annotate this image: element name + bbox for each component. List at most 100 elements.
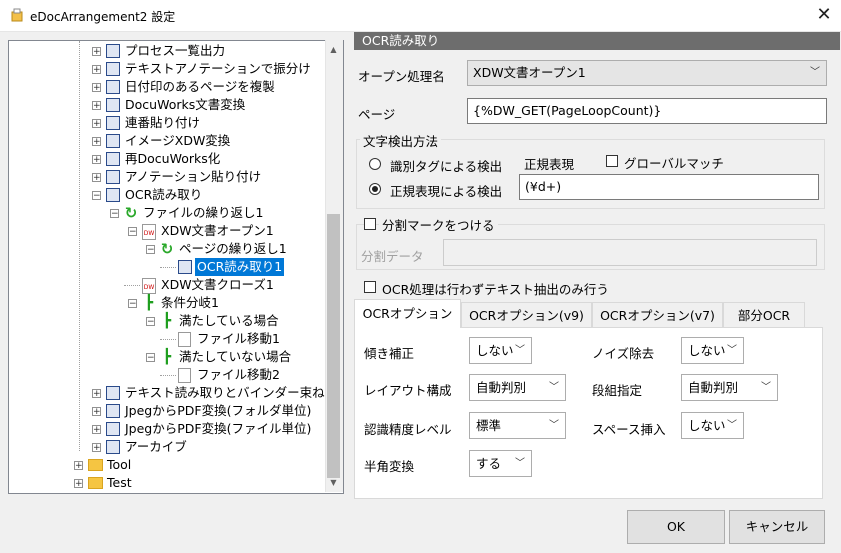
ok-button[interactable]: OK — [627, 510, 725, 544]
file-move-icon — [178, 368, 191, 383]
layout-select[interactable]: 自動判別 ﹀ — [469, 374, 566, 401]
tree-item-label: Tool — [107, 457, 132, 472]
tree-item[interactable]: + プロセス一覧出力 — [9, 42, 325, 60]
process-tree[interactable]: + プロセス一覧出力 + テキストアノテーションで振分け + 日付印のあるページを複製 + D… — [8, 40, 344, 494]
loop-icon: ↻ — [124, 204, 138, 222]
split-data-label: 分割データ — [361, 249, 424, 264]
expand-icon[interactable]: + — [92, 47, 101, 57]
split-mark-label: 分割マークをつける — [379, 215, 498, 234]
tree-item[interactable]: + 日付印のあるページを複製 — [9, 78, 325, 96]
expand-icon[interactable]: + — [92, 101, 101, 111]
tree-item[interactable]: OCR読み取り1 — [9, 258, 325, 276]
regex-label: 正規表現 — [524, 157, 575, 172]
detect-group-title: 文字検出方法 — [360, 131, 442, 150]
close-icon[interactable]: ✕ — [812, 4, 836, 26]
noise-label: ノイズ除去 — [592, 346, 655, 361]
process-icon — [106, 188, 120, 202]
halfwidth-select[interactable]: する ﹀ — [469, 450, 532, 477]
collapse-icon[interactable]: − — [110, 209, 119, 219]
chevron-down-icon: ﹀ — [515, 458, 525, 469]
tab-partial-ocr[interactable]: 部分OCR — [723, 302, 805, 327]
tree-item[interactable]: + 再DocuWorks化 — [9, 150, 325, 168]
accuracy-select[interactable]: 標準 ﹀ — [469, 412, 566, 439]
tree-item[interactable]: + アーカイブ — [9, 438, 325, 456]
noise-select[interactable]: しない ﹀ — [681, 337, 744, 364]
space-select[interactable]: しない ﹀ — [681, 412, 744, 439]
expand-icon[interactable]: + — [92, 155, 101, 165]
tree-item[interactable]: + Test — [9, 474, 325, 492]
scroll-down-icon[interactable]: ▼ — [325, 474, 342, 491]
tree-item[interactable]: + JpegからPDF変換(フォルダ単位) — [9, 402, 325, 420]
expand-icon[interactable]: + — [74, 479, 83, 489]
global-match-checkbox[interactable] — [606, 155, 618, 167]
collapse-icon[interactable]: − — [128, 227, 137, 237]
tab-ocr-options[interactable]: OCRオプション — [354, 299, 461, 328]
tree-item[interactable]: − ↻ ページの繰り返し1 — [9, 240, 325, 258]
tree-item-label: ファイルの繰り返し1 — [143, 205, 264, 220]
tree-item[interactable]: + Tool — [9, 456, 325, 474]
scroll-thumb[interactable] — [327, 214, 340, 478]
regex-input[interactable]: (¥d+) — [519, 174, 819, 200]
tree-item[interactable]: − ↻ ファイルの繰り返し1 — [9, 204, 325, 222]
tree-item-label: プロセス一覧出力 — [125, 43, 226, 58]
expand-icon[interactable]: + — [92, 83, 101, 93]
tree-item[interactable]: ファイル移動1 — [9, 330, 325, 348]
expand-icon[interactable]: + — [92, 137, 101, 147]
tree-item-label: 条件分岐1 — [161, 295, 219, 310]
collapse-icon[interactable]: − — [146, 317, 155, 327]
radio-regex[interactable] — [369, 183, 381, 195]
expand-icon[interactable]: + — [92, 173, 101, 183]
page-label: ページ — [358, 107, 396, 122]
expand-icon[interactable]: + — [92, 443, 101, 453]
tab-ocr-options-v7[interactable]: OCRオプション(v7) — [592, 302, 723, 327]
tree-item[interactable]: − ┣ 条件分岐1 — [9, 294, 325, 312]
tree-item[interactable]: + イメージXDW変換 — [9, 132, 325, 150]
tree-item[interactable]: + DocuWorks文書変換 — [9, 96, 325, 114]
expand-icon[interactable]: + — [92, 119, 101, 129]
open-process-select[interactable]: XDW文書オープン1 ﹀ — [467, 60, 827, 86]
tree-item-label: テキストアノテーションで振分け — [125, 61, 311, 76]
tree-item[interactable]: − OCR読み取り — [9, 186, 325, 204]
expand-icon[interactable]: + — [92, 65, 101, 75]
space-value: しない — [688, 418, 726, 433]
collapse-icon[interactable]: − — [92, 191, 101, 201]
tree-item[interactable]: DW XDW文書クローズ1 — [9, 276, 325, 294]
tree-item-label: XDW文書クローズ1 — [161, 277, 274, 292]
process-icon — [106, 80, 120, 94]
text-only-checkbox[interactable] — [364, 281, 376, 293]
chevron-down-icon: ﹀ — [727, 345, 737, 356]
cancel-button[interactable]: キャンセル — [729, 510, 825, 544]
open-process-label: オープン処理名 — [358, 69, 445, 84]
scroll-up-icon[interactable]: ▲ — [325, 41, 342, 58]
tree-item[interactable]: + JpegからPDF変換(ファイル単位) — [9, 420, 325, 438]
split-mark-checkbox[interactable] — [364, 218, 376, 230]
tab-ocr-options-v9[interactable]: OCRオプション(v9) — [461, 302, 592, 327]
expand-icon[interactable]: + — [92, 407, 101, 417]
tree-item[interactable]: ファイル移動2 — [9, 366, 325, 384]
tree-item[interactable]: + アノテーション貼り付け — [9, 168, 325, 186]
expand-icon[interactable]: + — [74, 461, 83, 471]
deskew-label: 傾き補正 — [364, 346, 415, 361]
expand-icon[interactable]: + — [92, 389, 101, 399]
collapse-icon[interactable]: − — [146, 353, 155, 363]
process-icon — [106, 152, 120, 166]
process-icon — [106, 44, 120, 58]
collapse-icon[interactable]: − — [128, 299, 137, 309]
column-select[interactable]: 自動判別 ﹀ — [681, 374, 778, 401]
page-input[interactable]: {%DW_GET(PageLoopCount)} — [467, 98, 827, 124]
process-icon — [178, 260, 192, 274]
tree-item[interactable]: − ┣ 満たしている場合 — [9, 312, 325, 330]
tree-item[interactable]: + テキスト読み取りとバインダー束ね — [9, 384, 325, 402]
tree-item[interactable]: + テキストアノテーションで振分け — [9, 60, 325, 78]
tree-item[interactable]: − ┣ 満たしていない場合 — [9, 348, 325, 366]
deskew-select[interactable]: しない ﹀ — [469, 337, 532, 364]
tree-item[interactable]: + 連番貼り付け — [9, 114, 325, 132]
loop-icon: ↻ — [160, 240, 174, 258]
process-icon — [106, 98, 120, 112]
halfwidth-value: する — [476, 456, 502, 471]
collapse-icon[interactable]: − — [146, 245, 155, 255]
tree-item[interactable]: − DW XDW文書オープン1 — [9, 222, 325, 240]
expand-icon[interactable]: + — [92, 425, 101, 435]
radio-tag[interactable] — [369, 158, 381, 170]
tree-item-label: アーカイブ — [125, 439, 187, 454]
